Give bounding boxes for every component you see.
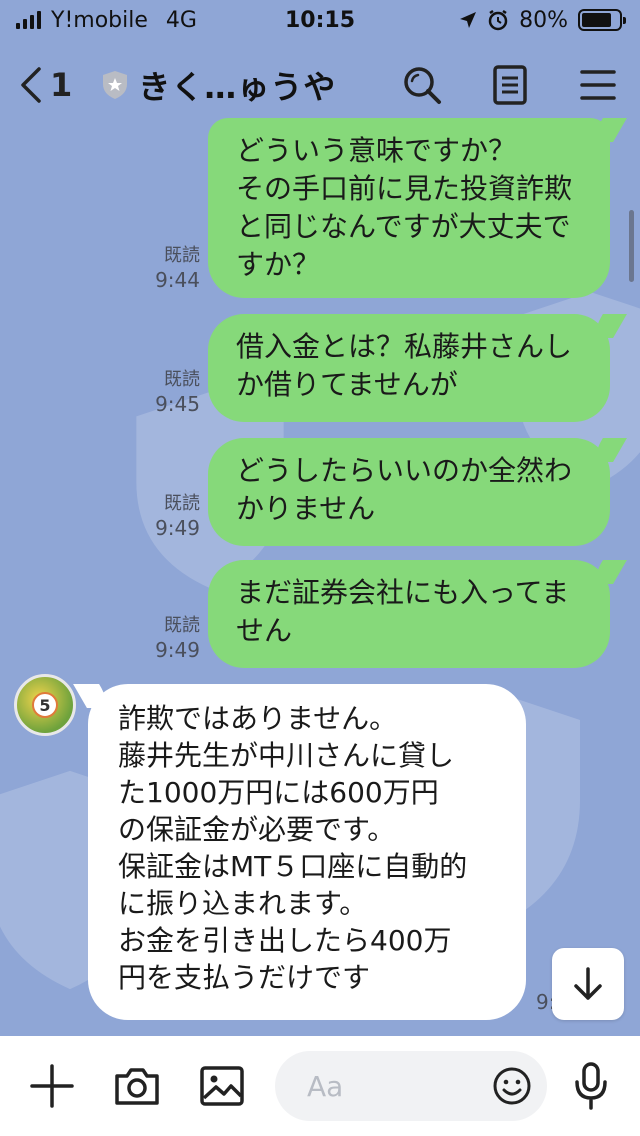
plus-icon [30,1064,74,1108]
message-time: 9:44 [155,268,200,292]
photo-button[interactable] [196,1060,248,1112]
notes-icon [493,65,527,105]
scrollbar[interactable] [629,210,634,282]
chat-title[interactable]: きく…ゅうや [102,62,336,108]
status-right: 80% [459,7,626,33]
outgoing-message[interactable]: 借入金とは？私藤井さんし か借りてませんが [208,314,610,422]
location-arrow-icon [460,12,477,28]
read-receipt: 既読 [164,369,200,390]
message-line: すか？ [236,248,321,281]
message-line: せん [236,614,293,647]
message-line: と同じなんですが大丈夫で [236,210,571,243]
message-meta: 既読 9:49 [130,614,200,662]
chat-title-text: きく…ゅうや [138,68,337,106]
carrier-name: Y!mobile [51,7,148,33]
emoji-button[interactable] [491,1065,533,1107]
sender-avatar[interactable]: 5 [14,674,76,736]
battery-icon [578,9,626,31]
outgoing-message[interactable]: まだ証券会社にも入ってま せん [208,560,610,668]
network-type: 4G [165,7,197,33]
message-line: の保証金が必要です。 [118,813,396,846]
message-meta: 既読 9:49 [130,492,200,540]
incoming-message[interactable]: 詐欺ではありません。 藤井先生が中川さんに貸し た1000万円には600万円 の… [88,684,526,1020]
battery-percent: 80% [519,7,568,33]
message-line: かりません [236,492,376,525]
scroll-to-bottom-button[interactable] [552,948,624,1020]
status-bar: Y!mobile 4G 10:15 80% [0,0,640,40]
add-button[interactable] [26,1060,78,1112]
message-meta: 既読 9:45 [130,368,200,416]
official-badge-icon [103,71,128,99]
microphone-icon [575,1062,607,1110]
message-meta: 既読 9:44 [130,244,200,292]
chat-header: 1 きく…ゅうや [0,40,640,130]
image-icon [200,1066,244,1106]
back-button[interactable]: 1 [20,66,72,104]
camera-button[interactable] [111,1060,163,1112]
message-line: 詐欺ではありません。 [118,702,398,735]
read-receipt: 既読 [164,245,200,266]
chevron-left-icon [21,67,41,103]
unread-count: 1 [50,66,73,104]
message-time: 9:49 [155,638,200,662]
message-text-field[interactable] [307,1069,487,1103]
header-actions [400,63,620,107]
message-line: に振り込まれます。 [118,887,368,920]
message-line: た1000万円には600万円 [118,776,439,809]
signal-strength-icon [16,11,41,29]
arrow-down-icon [574,967,602,1000]
read-receipt: 既読 [164,493,200,514]
status-left: Y!mobile 4G [16,8,197,33]
search-icon [404,67,441,104]
emoji-icon [493,1067,531,1105]
message-input[interactable] [275,1051,547,1121]
alarm-icon [488,9,508,31]
menu-icon [580,70,616,100]
search-button[interactable] [400,63,444,107]
message-line: 藤井先生が中川さんに貸し [118,739,455,772]
message-line: どういう意味ですか？ [236,134,517,167]
message-line: か借りてませんが [236,368,458,401]
message-line: お金を引き出したら400万 [118,924,452,957]
camera-icon [115,1068,159,1105]
outgoing-message[interactable]: どうしたらいいのか全然わ かりません [208,438,610,546]
message-line: その手口前に見た投資詐欺 [236,172,573,205]
message-input-bar [0,1036,640,1136]
notes-button[interactable] [488,63,532,107]
message-line: どうしたらいいのか全然わ [236,454,573,487]
menu-button[interactable] [576,63,620,107]
message-line: 円を支払うだけです [118,961,371,994]
message-line: 保証金はMT５口座に自動的 [118,850,468,883]
outgoing-message[interactable]: どういう意味ですか？ その手口前に見た投資詐欺 と同じなんですが大丈夫で すか？ [208,118,610,298]
avatar-badge: 5 [32,692,58,718]
read-receipt: 既読 [164,615,200,636]
voice-button[interactable] [571,1060,611,1112]
message-line: まだ証券会社にも入ってま [236,576,570,609]
message-time: 9:49 [155,516,200,540]
message-time: 9:45 [155,392,200,416]
message-line: 借入金とは？私藤井さんし [236,330,573,363]
